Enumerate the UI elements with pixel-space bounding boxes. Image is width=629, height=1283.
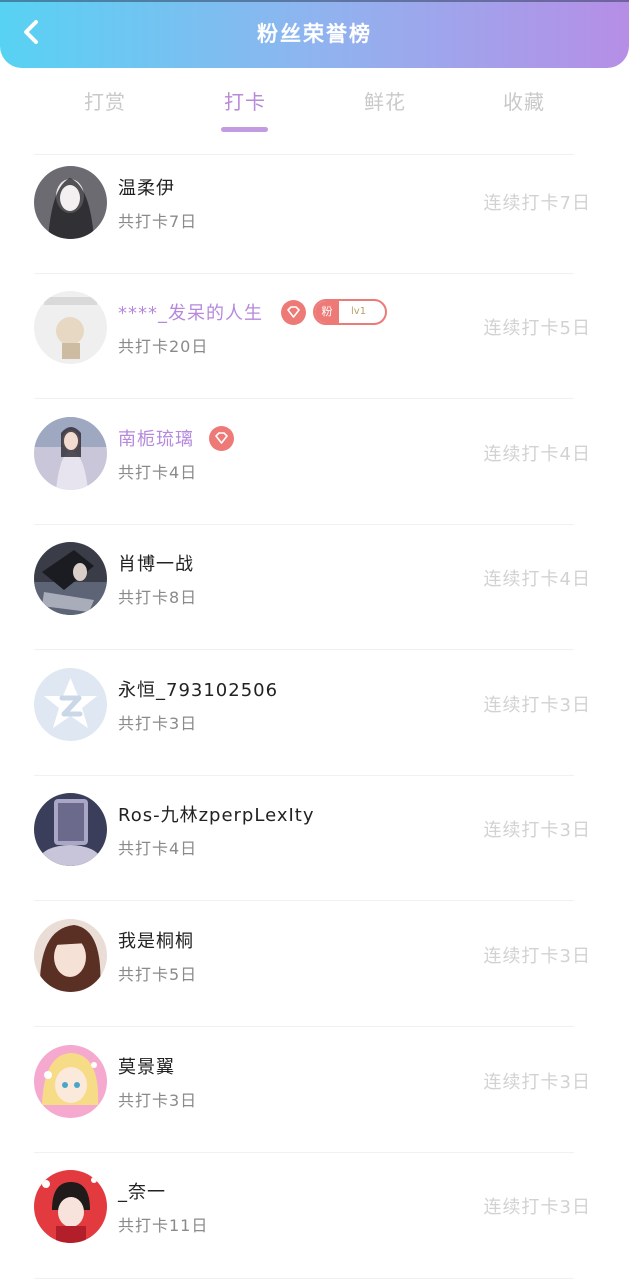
user-name: 永恒_793102506: [118, 680, 279, 701]
list-item[interactable]: 温柔伊 共打卡7日 连续打卡7日: [0, 154, 629, 279]
avatar[interactable]: [34, 793, 107, 866]
divider: [34, 524, 574, 525]
tab-favorites[interactable]: 收藏: [474, 86, 574, 115]
divider: [34, 398, 574, 399]
user-name: 南栀琉璃: [118, 429, 194, 450]
list-item[interactable]: 莫景翼 共打卡3日 连续打卡3日: [0, 1033, 629, 1158]
tab-reward[interactable]: 打赏: [55, 86, 155, 115]
streak-count: 连续打卡3日: [483, 946, 591, 967]
streak-count: 连续打卡4日: [483, 569, 591, 590]
streak-count: 连续打卡3日: [483, 1072, 591, 1093]
status-line: [0, 0, 629, 2]
streak-count: 连续打卡7日: [483, 193, 591, 214]
user-name: 温柔伊: [118, 178, 175, 199]
streak-count: 连续打卡4日: [483, 444, 591, 465]
total-checkins: 共打卡8日: [118, 588, 198, 607]
list-item[interactable]: Ros-九林zperpLexIty 共打卡4日 连续打卡3日: [0, 781, 629, 906]
tab-flowers[interactable]: 鲜花: [335, 86, 435, 115]
page-title: 粉丝荣誉榜: [257, 22, 372, 46]
total-checkins: 共打卡3日: [118, 714, 198, 733]
divider: [34, 273, 574, 274]
list-item[interactable]: _奈一 共打卡11日 连续打卡3日: [0, 1158, 629, 1283]
diamond-icon: [209, 426, 234, 451]
tab-bar: 打赏 打卡 鲜花 收藏: [0, 80, 629, 140]
user-name: 莫景翼: [118, 1057, 175, 1078]
user-name: _奈一: [118, 1182, 166, 1203]
header-bar: 粉丝荣誉榜: [0, 0, 629, 68]
avatar[interactable]: [34, 1170, 107, 1243]
divider: [34, 900, 574, 901]
divider: [34, 1278, 574, 1279]
streak-count: 连续打卡3日: [483, 1197, 591, 1218]
diamond-icon: [281, 300, 306, 325]
user-name: ****_发呆的人生: [118, 303, 263, 324]
active-tab-indicator: [221, 127, 268, 132]
divider: [34, 649, 574, 650]
total-checkins: 共打卡4日: [118, 463, 198, 482]
total-checkins: 共打卡7日: [118, 212, 198, 231]
list-item[interactable]: 肖博一战 共打卡8日 连续打卡4日: [0, 530, 629, 655]
total-checkins: 共打卡5日: [118, 965, 198, 984]
avatar[interactable]: [34, 919, 107, 992]
avatar[interactable]: [34, 417, 107, 490]
user-name: 我是桐桐: [118, 931, 194, 952]
tab-checkin[interactable]: 打卡: [195, 86, 295, 115]
list-item[interactable]: ****_发呆的人生 粉 lv1 共打卡20日 连续打卡5日: [0, 279, 629, 404]
streak-count: 连续打卡3日: [483, 695, 591, 716]
list-item[interactable]: 我是桐桐 共打卡5日 连续打卡3日: [0, 907, 629, 1032]
fan-level-badge: 粉 lv1: [313, 299, 387, 325]
avatar[interactable]: [34, 668, 107, 741]
streak-count: 连续打卡5日: [483, 318, 591, 339]
avatar[interactable]: [34, 542, 107, 615]
divider: [34, 775, 574, 776]
total-checkins: 共打卡3日: [118, 1091, 198, 1110]
user-name: 肖博一战: [118, 554, 194, 575]
total-checkins: 共打卡20日: [118, 337, 209, 356]
fan-badge-label: 粉: [315, 301, 339, 323]
list-item[interactable]: 南栀琉璃 共打卡4日 连续打卡4日: [0, 405, 629, 530]
total-checkins: 共打卡11日: [118, 1216, 209, 1235]
avatar[interactable]: [34, 291, 107, 364]
avatar[interactable]: [34, 166, 107, 239]
streak-count: 连续打卡3日: [483, 820, 591, 841]
divider: [34, 1152, 574, 1153]
divider: [34, 1026, 574, 1027]
fan-badge-level: lv1: [351, 306, 367, 317]
avatar[interactable]: [34, 1045, 107, 1118]
total-checkins: 共打卡4日: [118, 839, 198, 858]
list-item[interactable]: 永恒_793102506 共打卡3日 连续打卡3日: [0, 656, 629, 781]
user-name: Ros-九林zperpLexIty: [118, 805, 315, 826]
